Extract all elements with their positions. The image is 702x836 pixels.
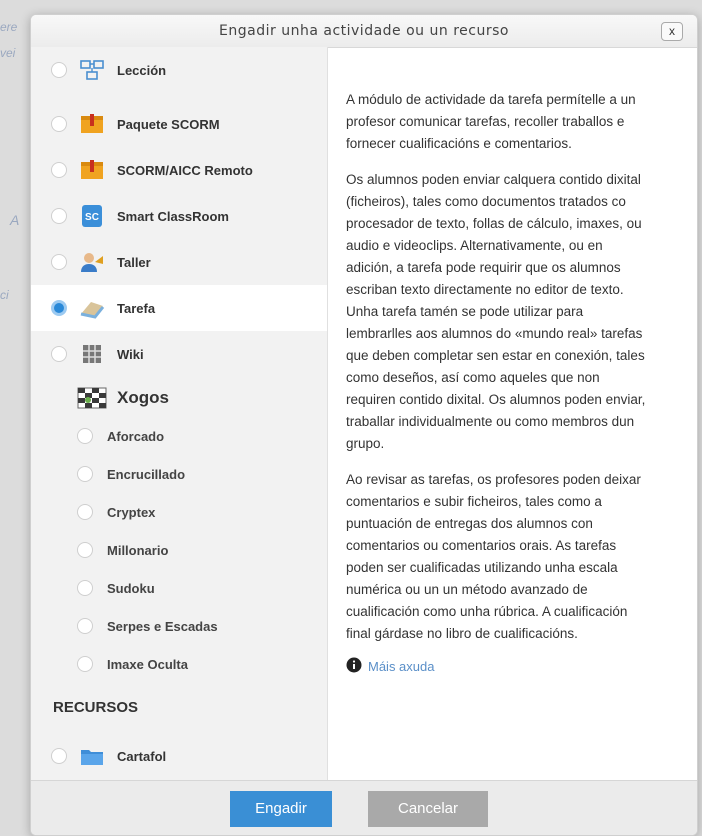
assignment-icon xyxy=(79,296,105,320)
activity-item-smart-classroom[interactable]: SC Smart ClassRoom xyxy=(31,193,327,239)
activity-label: Wiki xyxy=(117,346,144,362)
smart-classroom-icon: SC xyxy=(79,204,105,228)
resources-heading: RECURSOS xyxy=(53,699,139,716)
game-label: Millonario xyxy=(107,542,169,558)
background-text: ere xyxy=(0,20,18,34)
radio-button[interactable] xyxy=(51,162,67,178)
activity-label: SCORM/AICC Remoto xyxy=(117,162,253,178)
game-label: Aforcado xyxy=(107,428,165,444)
radio-button[interactable] xyxy=(51,254,67,270)
game-item-encrucillado[interactable]: Encrucillado xyxy=(31,455,327,493)
game-label: Sudoku xyxy=(107,580,155,596)
game-item-aforcado[interactable]: Aforcado xyxy=(31,417,327,455)
radio-button[interactable] xyxy=(77,466,93,482)
background-text: A xyxy=(10,212,20,228)
activity-item-leccion[interactable]: Lección xyxy=(31,47,327,93)
dialog-title: Engadir unha actividade ou un recurso xyxy=(219,23,509,39)
activity-item-taller[interactable]: Taller xyxy=(31,239,327,285)
radio-button[interactable] xyxy=(77,428,93,444)
close-button[interactable]: x xyxy=(661,22,683,41)
resource-label: Cartafol xyxy=(117,748,167,764)
dialog-header: Engadir unha actividade ou un recurso x xyxy=(31,15,697,48)
game-item-imaxe-oculta[interactable]: Imaxe Oculta xyxy=(31,645,327,683)
activity-label: Tarefa xyxy=(117,300,156,316)
background-text: ci xyxy=(0,288,9,302)
info-icon xyxy=(346,657,362,676)
activity-description: A módulo de actividade da tarefa permíte… xyxy=(346,89,652,676)
radio-button[interactable] xyxy=(77,580,93,596)
description-paragraph: Os alumnos poden enviar calquera contido… xyxy=(346,172,646,451)
radio-button[interactable] xyxy=(51,208,67,224)
games-group-header: Xogos xyxy=(31,375,327,421)
games-icon xyxy=(77,386,107,410)
activity-item-tarefa[interactable]: Tarefa xyxy=(31,285,327,331)
radio-button[interactable] xyxy=(77,504,93,520)
activity-item-scorm[interactable]: Paquete SCORM xyxy=(31,101,327,147)
background-text: vei xyxy=(0,46,16,60)
close-icon: x xyxy=(669,24,675,38)
description-paragraph: Ao revisar as tarefas, os profesores pod… xyxy=(346,472,641,641)
activity-item-scorm-remote[interactable]: SCORM/AICC Remoto xyxy=(31,147,327,193)
radio-button[interactable] xyxy=(77,618,93,634)
radio-button[interactable] xyxy=(77,542,93,558)
radio-button[interactable] xyxy=(51,116,67,132)
folder-icon xyxy=(79,744,105,768)
radio-button-selected[interactable] xyxy=(51,300,67,316)
activity-label: Paquete SCORM xyxy=(117,116,220,132)
workshop-icon xyxy=(79,250,105,274)
activity-label: Smart ClassRoom xyxy=(117,208,229,224)
radio-button[interactable] xyxy=(77,656,93,672)
add-button[interactable]: Engadir xyxy=(230,791,332,827)
description-panel: A módulo de actividade da tarefa permíte… xyxy=(328,47,697,783)
wiki-icon xyxy=(79,342,105,366)
games-group-label: Xogos xyxy=(117,388,169,407)
radio-button[interactable] xyxy=(51,346,67,362)
game-label: Encrucillado xyxy=(107,466,186,482)
game-item-serpes-e-escadas[interactable]: Serpes e Escadas xyxy=(31,607,327,645)
scorm-remote-icon xyxy=(79,158,105,182)
svg-text:SC: SC xyxy=(85,212,99,223)
add-activity-dialog: Engadir unha actividade ou un recurso x … xyxy=(30,14,698,836)
game-label: Cryptex xyxy=(107,504,156,520)
scorm-package-icon xyxy=(79,112,105,136)
game-item-sudoku[interactable]: Sudoku xyxy=(31,569,327,607)
activity-list[interactable]: Lección Paquete SCORM SCORM/AICC Remoto … xyxy=(31,47,328,783)
game-item-cryptex[interactable]: Cryptex xyxy=(31,493,327,531)
dialog-footer: Engadir Cancelar xyxy=(31,780,697,835)
more-help-link[interactable]: Máis axuda xyxy=(368,659,434,674)
activity-item-wiki[interactable]: Wiki xyxy=(31,331,327,377)
description-paragraph: A módulo de actividade da tarefa permíte… xyxy=(346,92,636,151)
lesson-icon xyxy=(79,58,105,82)
radio-button[interactable] xyxy=(51,62,67,78)
radio-button[interactable] xyxy=(51,748,67,764)
game-label: Serpes e Escadas xyxy=(107,618,218,634)
cancel-button[interactable]: Cancelar xyxy=(368,791,488,827)
activity-label: Lección xyxy=(117,62,167,78)
game-label: Imaxe Oculta xyxy=(107,656,188,672)
help-link-row[interactable]: Máis axuda xyxy=(346,657,652,676)
game-item-millonario[interactable]: Millonario xyxy=(31,531,327,569)
activity-label: Taller xyxy=(117,254,151,270)
resource-item-cartafol[interactable]: Cartafol xyxy=(31,733,327,779)
